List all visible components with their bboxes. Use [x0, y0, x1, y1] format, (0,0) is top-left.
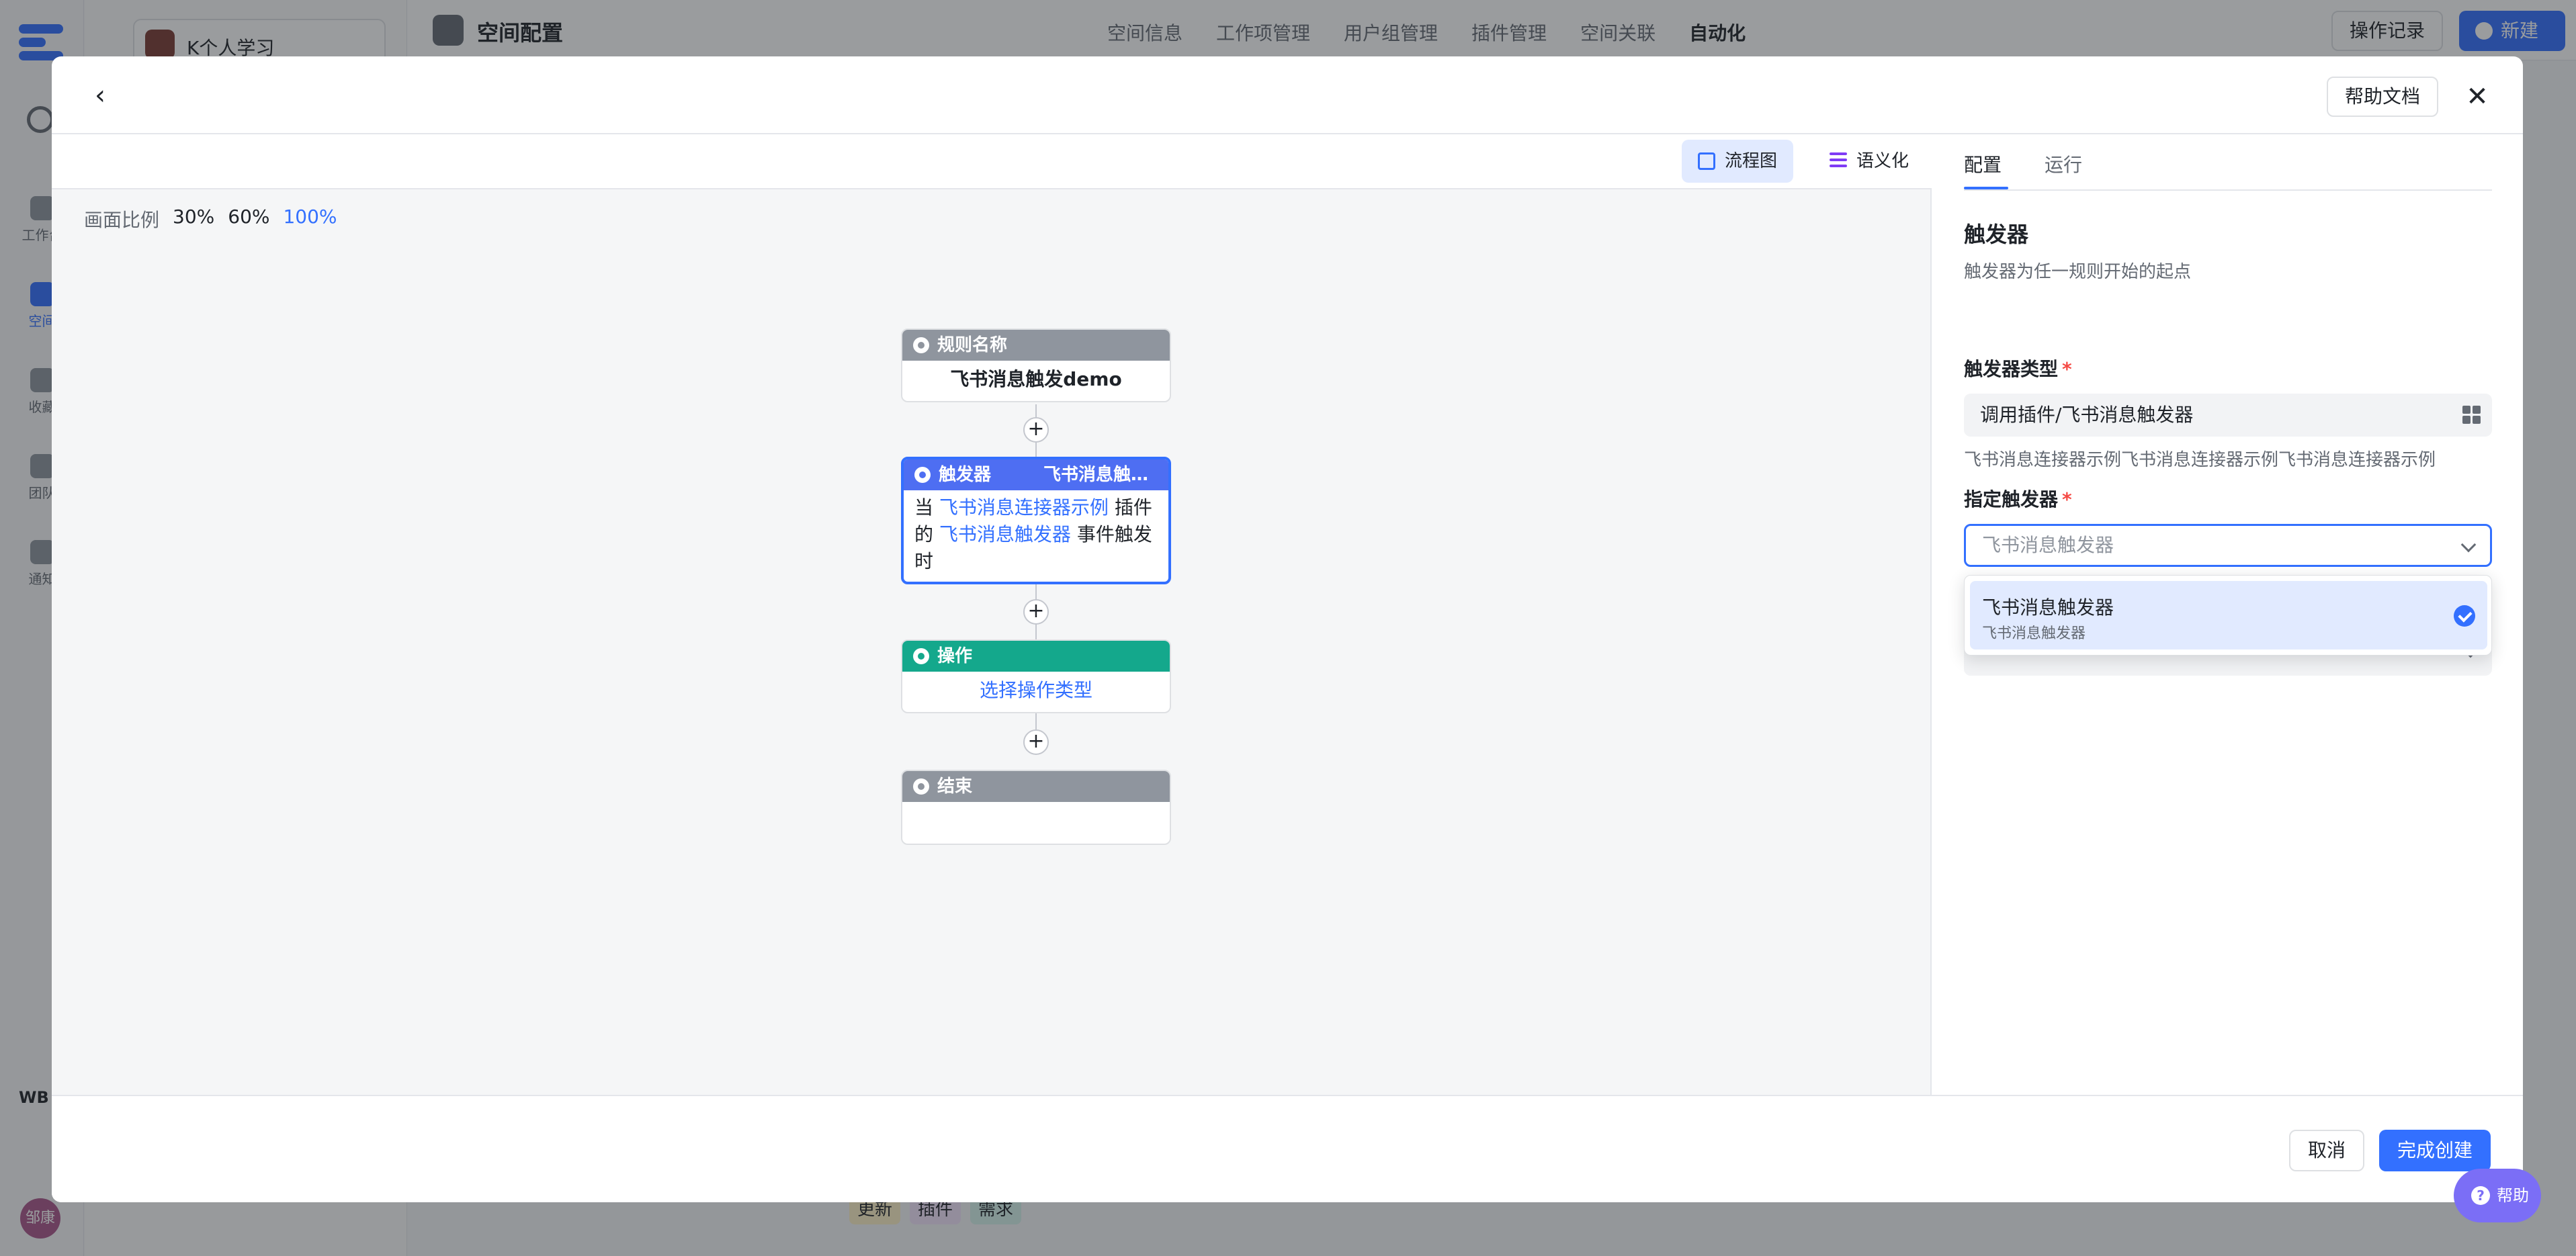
trigger-type-field[interactable]: 调用插件/飞书消息触发器 [1964, 394, 2492, 437]
cancel-button[interactable]: 取消 [2289, 1130, 2364, 1171]
add-step-button[interactable]: + [1023, 599, 1049, 625]
rule-name-value: 飞书消息触发demo [950, 368, 1122, 390]
add-step-button[interactable]: + [1023, 417, 1049, 443]
close-icon[interactable]: ✕ [2461, 81, 2493, 113]
zoom-option-30[interactable]: 30% [173, 206, 214, 232]
view-toolbar: 流程图 语义化 [52, 136, 1932, 189]
zoom-control: 画面比例 30% 60% 100% [84, 206, 337, 232]
rule-name-node[interactable]: 规则名称 飞书消息触发demo [901, 328, 1171, 402]
select-action-type[interactable]: 选择操作类型 [902, 672, 1170, 712]
trigger-node-summary: 飞书消息触发器 [1043, 465, 1164, 485]
specify-trigger-label: 指定触发器 * [1964, 488, 2072, 510]
plugin-link[interactable]: 飞书消息连接器示例 [939, 496, 1109, 519]
section-description: 触发器为任一规则开始的起点 [1964, 262, 2192, 282]
specify-trigger-select[interactable]: 飞书消息触发器 [1964, 524, 2492, 567]
add-step-button[interactable]: + [1023, 729, 1049, 755]
end-node[interactable]: 结束 [901, 770, 1171, 845]
chevron-down-icon [2460, 537, 2477, 553]
back-icon[interactable]: ‹ [85, 81, 115, 110]
panel-tabs: 配置 运行 [1964, 136, 2492, 191]
section-title: 触发器 [1964, 222, 2029, 247]
event-link[interactable]: 飞书消息触发器 [939, 523, 1071, 545]
trigger-node[interactable]: 触发器 飞书消息触发器 当 飞书消息连接器示例 插件的 飞书消息触发器 事件触发时 [901, 457, 1171, 584]
apps-icon[interactable] [2462, 406, 2481, 424]
automation-rule-modal: ‹ 帮助文档 ✕ 流程图 语义化 画面比例 30% 60% 100% 规则名称 … [52, 56, 2523, 1202]
semantic-view-button[interactable]: 语义化 [1813, 140, 1925, 183]
trigger-node-description: 当 飞书消息连接器示例 插件的 飞书消息触发器 事件触发时 [914, 496, 1152, 572]
trigger-dropdown: 飞书消息触发器 飞书消息触发器 [1964, 575, 2492, 656]
check-icon [2454, 605, 2475, 627]
flow-canvas: 流程图 语义化 画面比例 30% 60% 100% 规则名称 飞书消息触发dem… [52, 136, 1932, 1095]
question-icon: ? [2471, 1186, 2490, 1205]
zoom-option-100[interactable]: 100% [283, 206, 337, 232]
zoom-option-60[interactable]: 60% [228, 206, 269, 232]
stop-icon [913, 778, 929, 795]
play-icon [913, 337, 929, 353]
help-floating-button[interactable]: ? 帮助 [2454, 1169, 2541, 1222]
modal-footer: 取消 完成创建 [52, 1095, 2523, 1202]
config-panel: 配置 运行 触发器 触发器为任一规则开始的起点 触发器类型 * 调用插件/飞书消息… [1933, 136, 2523, 1095]
flowchart-view-button[interactable]: 流程图 [1682, 140, 1794, 183]
zoom-label: 画面比例 [84, 209, 160, 231]
list-icon [1830, 152, 1847, 170]
trigger-type-hint: 飞书消息连接器示例飞书消息连接器示例飞书消息连接器示例 [1964, 450, 2436, 470]
action-icon [913, 648, 929, 664]
finish-create-button[interactable]: 完成创建 [2379, 1130, 2491, 1171]
trigger-icon [914, 467, 931, 483]
tab-run[interactable]: 运行 [2045, 150, 2082, 177]
tab-config[interactable]: 配置 [1964, 150, 2002, 177]
flowchart-icon [1698, 152, 1715, 170]
help-doc-button[interactable]: 帮助文档 [2327, 77, 2438, 117]
action-node[interactable]: 操作 选择操作类型 [901, 639, 1171, 713]
active-tab-indicator [1964, 187, 2008, 189]
dropdown-option[interactable]: 飞书消息触发器 飞书消息触发器 [1970, 581, 2487, 649]
trigger-type-label: 触发器类型 * [1964, 358, 2072, 380]
modal-header: ‹ 帮助文档 ✕ [52, 56, 2523, 134]
